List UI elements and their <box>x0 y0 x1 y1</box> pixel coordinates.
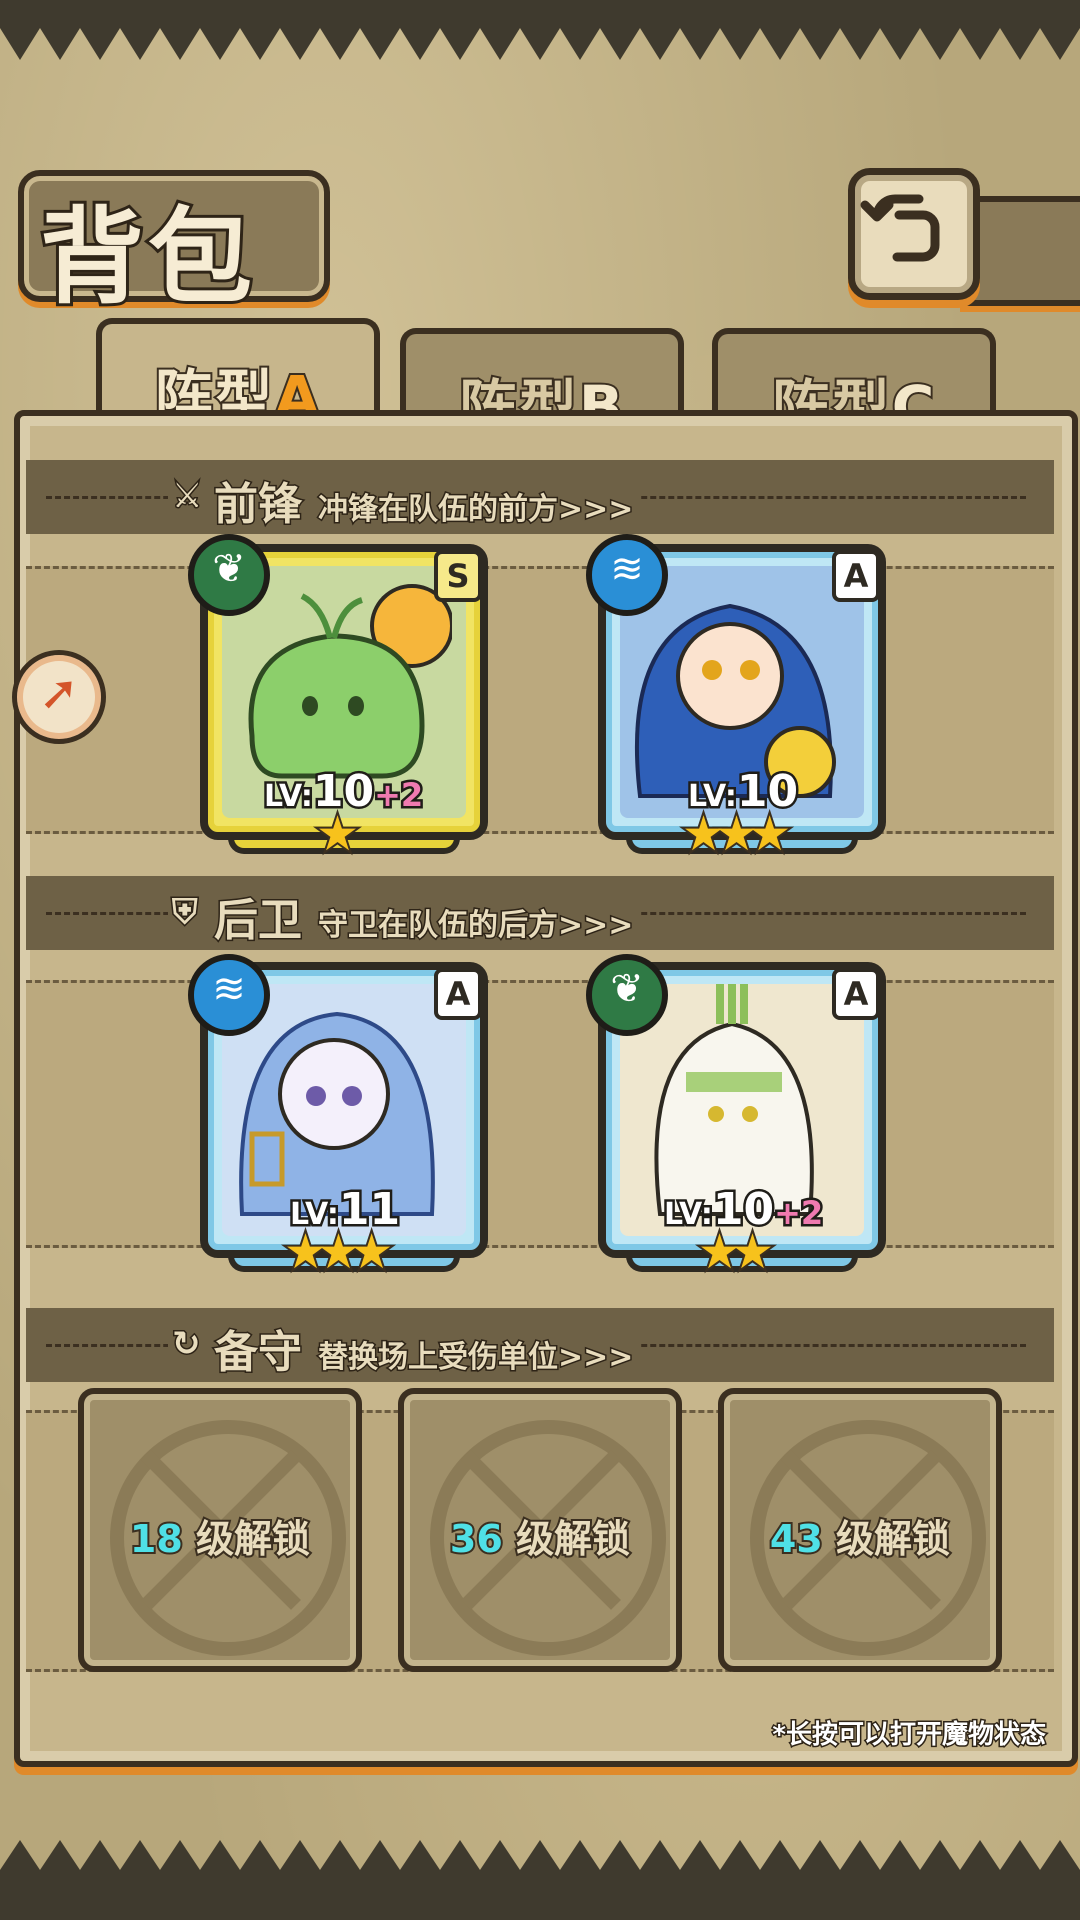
reserve-slot-locked[interactable]: 43 级解锁 <box>718 1388 1002 1672</box>
section-subtitle: 冲锋在队伍的前方>>> <box>316 491 634 529</box>
section-subtitle: 守卫在队伍的后方>>> <box>316 907 634 945</box>
water-element-icon: ≋ <box>586 534 668 616</box>
unlock-label: 级解锁 <box>194 1515 312 1563</box>
back-button[interactable] <box>848 168 980 300</box>
section-header-back: ⛨ 后卫 守卫在队伍的后方>>> <box>26 876 1054 950</box>
reserve-slot-locked[interactable]: 18 级解锁 <box>78 1388 362 1672</box>
section-header-front: ⚔ 前锋 冲锋在队伍的前方>>> <box>26 460 1054 534</box>
rank-badge: A <box>434 968 482 1020</box>
sword-icon: ⚔ <box>171 476 204 516</box>
top-border <box>0 0 1080 60</box>
rank-badge: A <box>832 968 880 1020</box>
team-screen: { "title": "背包", "tabs": [ {"label": "阵型… <box>0 0 1080 1920</box>
side-toggle-button[interactable]: ➚ <box>12 650 106 744</box>
hint-text: *长按可以打开魔物状态 <box>771 1719 1048 1752</box>
unlock-level: 36 <box>448 1515 505 1563</box>
shield-icon: ⛨ <box>171 892 200 932</box>
back-arrow-icon <box>860 194 940 262</box>
section-title: 前锋 <box>213 478 304 532</box>
reserve-slot-locked[interactable]: 36 级解锁 <box>398 1388 682 1672</box>
leaf-element-icon: ❦ <box>586 954 668 1036</box>
star-rating: ★★ <box>696 1222 776 1282</box>
section-title: 后卫 <box>213 894 304 948</box>
page-title: 背包 <box>37 193 257 321</box>
unlock-level: 43 <box>768 1515 825 1563</box>
water-element-icon: ≋ <box>188 954 270 1036</box>
section-header-reserve: ↻ 备守 替换场上受伤单位>>> <box>26 1308 1054 1382</box>
star-rating: ★★★ <box>680 804 793 864</box>
section-title: 备守 <box>213 1326 304 1380</box>
rank-badge: S <box>434 550 482 602</box>
unlock-level: 18 <box>128 1515 185 1563</box>
unlock-label: 级解锁 <box>514 1515 632 1563</box>
star-rating: ★ <box>314 804 361 864</box>
section-subtitle: 替换场上受伤单位>>> <box>316 1339 634 1377</box>
swap-icon: ↻ <box>171 1324 203 1364</box>
front-row-strip <box>26 566 1054 834</box>
unlock-label: 级解锁 <box>834 1515 952 1563</box>
star-rating: ★★★ <box>282 1222 395 1282</box>
back-row-strip <box>26 980 1054 1248</box>
bottom-border <box>0 1840 1080 1920</box>
arrow-icon: ➚ <box>38 665 80 721</box>
rank-badge: A <box>832 550 880 602</box>
leaf-element-icon: ❦ <box>188 534 270 616</box>
